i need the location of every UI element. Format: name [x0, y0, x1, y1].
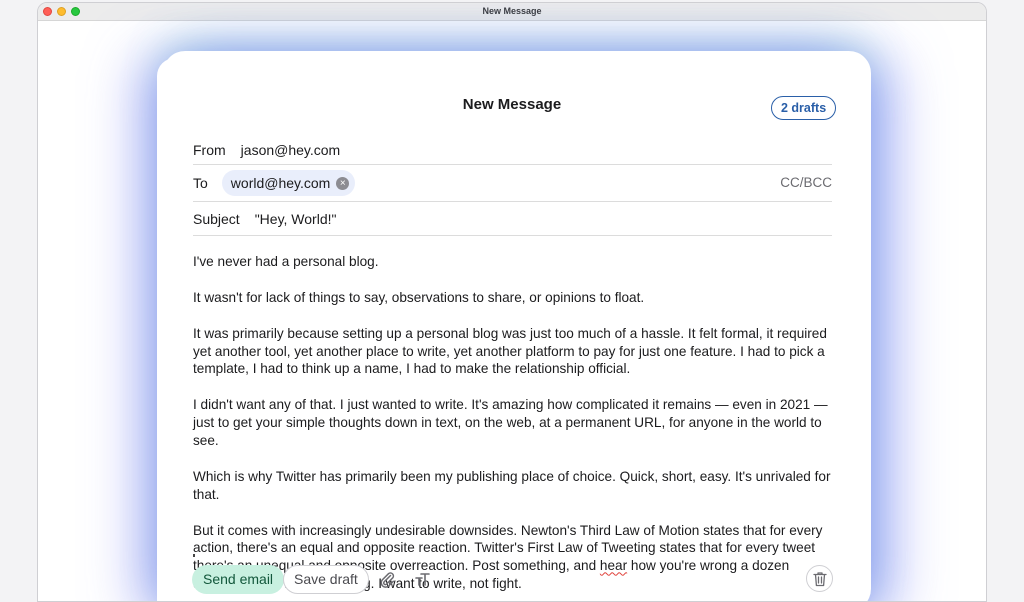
recipient-email: world@hey.com: [230, 175, 331, 191]
body-paragraph: I've never had a personal blog.: [193, 254, 379, 269]
body-paragraph: It wasn't for lack of things to say, obs…: [193, 289, 645, 305]
app-window: New Message New Message 2 drafts From ja…: [37, 2, 987, 602]
window-title: New Message: [482, 6, 542, 16]
to-label: To: [193, 175, 208, 191]
subject-label: Subject: [193, 210, 240, 227]
cc-bcc-toggle[interactable]: CC/BCC: [780, 175, 832, 190]
paperclip-icon[interactable]: [378, 570, 396, 588]
subject-input[interactable]: "Hey, World!": [255, 211, 337, 227]
subject-row: Subject "Hey, World!": [193, 202, 832, 236]
trash-icon[interactable]: [806, 565, 833, 592]
body-paragraph: It was primarily because setting up a pe…: [193, 325, 827, 377]
window-content: New Message 2 drafts From jason@hey.com …: [38, 21, 986, 601]
compose-actions: Send email Save draft: [192, 565, 833, 595]
save-draft-button[interactable]: Save draft: [283, 565, 369, 594]
from-row: From jason@hey.com: [193, 135, 832, 165]
compose-card: New Message 2 drafts From jason@hey.com …: [157, 58, 867, 601]
send-email-button[interactable]: Send email: [192, 565, 285, 594]
message-body-editor[interactable]: I've never had a personal blog. It wasn'…: [193, 253, 838, 601]
body-paragraph: I didn't want any of that. I just wanted…: [193, 397, 828, 449]
title-bar: New Message: [38, 3, 986, 21]
drafts-badge[interactable]: 2 drafts: [771, 96, 837, 120]
compose-title: New Message: [462, 96, 562, 113]
to-row: To world@hey.com × CC/BCC: [193, 165, 832, 202]
remove-recipient-icon[interactable]: ×: [336, 176, 350, 190]
text-format-icon[interactable]: [413, 571, 431, 588]
recipient-chip[interactable]: world@hey.com ×: [221, 170, 356, 196]
body-paragraph: Which is why Twitter has primarily been …: [193, 468, 831, 502]
from-label: From: [193, 141, 226, 158]
from-value[interactable]: jason@hey.com: [241, 142, 341, 158]
text-cursor: [193, 554, 195, 557]
